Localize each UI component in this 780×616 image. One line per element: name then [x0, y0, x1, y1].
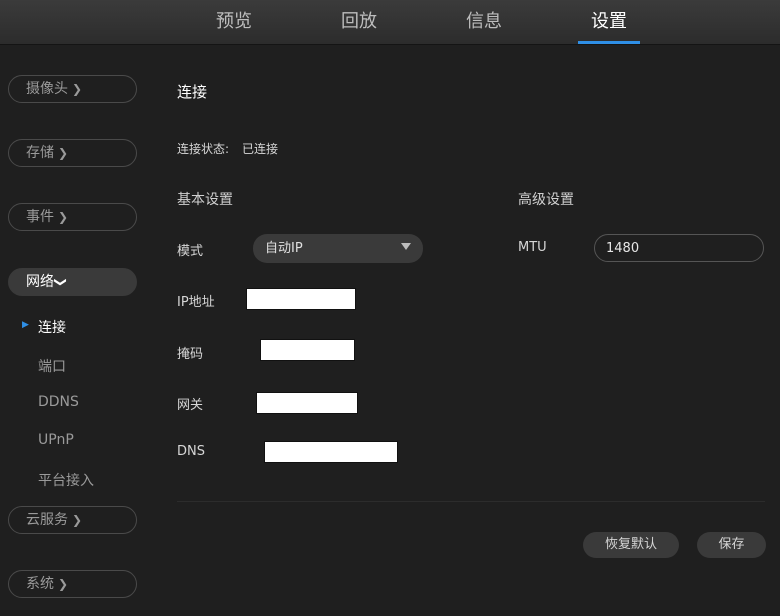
- mtu-label: MTU: [518, 240, 547, 255]
- tab-settings[interactable]: 设置: [569, 0, 649, 45]
- page-title: 连接: [177, 83, 208, 101]
- chevron-right-icon: ❯: [58, 210, 69, 224]
- sidebar-item-label: 摄像头: [26, 81, 68, 97]
- sidebar-item-system[interactable]: 系统 ❯: [8, 570, 137, 598]
- tab-info[interactable]: 信息: [444, 0, 524, 45]
- sidebar-subitem-platform[interactable]: 平台接入: [38, 470, 94, 490]
- gateway-label: 网关: [177, 398, 204, 413]
- sidebar-item-label: 系统: [26, 576, 54, 592]
- sidebar-item-label: 云服务: [26, 512, 68, 528]
- mtu-input[interactable]: [594, 234, 764, 262]
- restore-default-button[interactable]: 恢复默认: [583, 532, 679, 558]
- sidebar-item-label: 事件: [26, 209, 54, 225]
- chevron-right-icon: ❯: [58, 146, 69, 160]
- sidebar-item-cloud[interactable]: 云服务 ❯: [8, 506, 137, 534]
- subnet-mask-field[interactable]: [260, 339, 355, 361]
- selected-arrow-icon: ▶: [22, 320, 29, 330]
- dns-label: DNS: [177, 444, 205, 459]
- sidebar-subitem-port[interactable]: 端口: [38, 356, 66, 376]
- chevron-right-icon: ❯: [58, 577, 69, 591]
- connection-status-value: 已连接: [242, 142, 279, 156]
- sidebar-subitem-ddns[interactable]: DDNS: [38, 394, 79, 410]
- ip-address-field[interactable]: [246, 288, 356, 310]
- mode-label: 模式: [177, 244, 204, 259]
- advanced-settings-header: 高级设置: [518, 192, 574, 208]
- active-tab-indicator: [578, 41, 640, 44]
- chevron-down-icon: ❯: [54, 276, 69, 288]
- subnet-mask-label: 掩码: [177, 347, 204, 362]
- gateway-field[interactable]: [256, 392, 358, 414]
- sidebar-subitem-connect[interactable]: 连接: [38, 317, 66, 337]
- sidebar-subitem-upnp[interactable]: UPnP: [38, 432, 74, 448]
- tab-preview[interactable]: 预览: [194, 0, 274, 45]
- connection-status-label: 连接状态:: [177, 142, 230, 156]
- ip-address-label: IP地址: [177, 295, 215, 310]
- save-button[interactable]: 保存: [697, 532, 766, 558]
- divider: [177, 501, 765, 502]
- caret-down-icon: [401, 243, 411, 250]
- basic-settings-header: 基本设置: [177, 192, 233, 208]
- top-nav: 预览 回放 信息 设置: [0, 0, 780, 45]
- mode-select[interactable]: 自动IP: [253, 234, 423, 263]
- mode-select-value: 自动IP: [265, 241, 303, 256]
- dns-field[interactable]: [264, 441, 398, 463]
- sidebar-item-label: 存储: [26, 145, 54, 161]
- sidebar-item-storage[interactable]: 存储 ❯: [8, 139, 137, 167]
- tab-playback[interactable]: 回放: [319, 0, 399, 45]
- chevron-right-icon: ❯: [72, 513, 83, 527]
- sidebar-item-network[interactable]: 网络❯: [8, 268, 137, 296]
- sidebar-item-camera[interactable]: 摄像头 ❯: [8, 75, 137, 103]
- chevron-right-icon: ❯: [72, 82, 83, 96]
- sidebar-item-events[interactable]: 事件 ❯: [8, 203, 137, 231]
